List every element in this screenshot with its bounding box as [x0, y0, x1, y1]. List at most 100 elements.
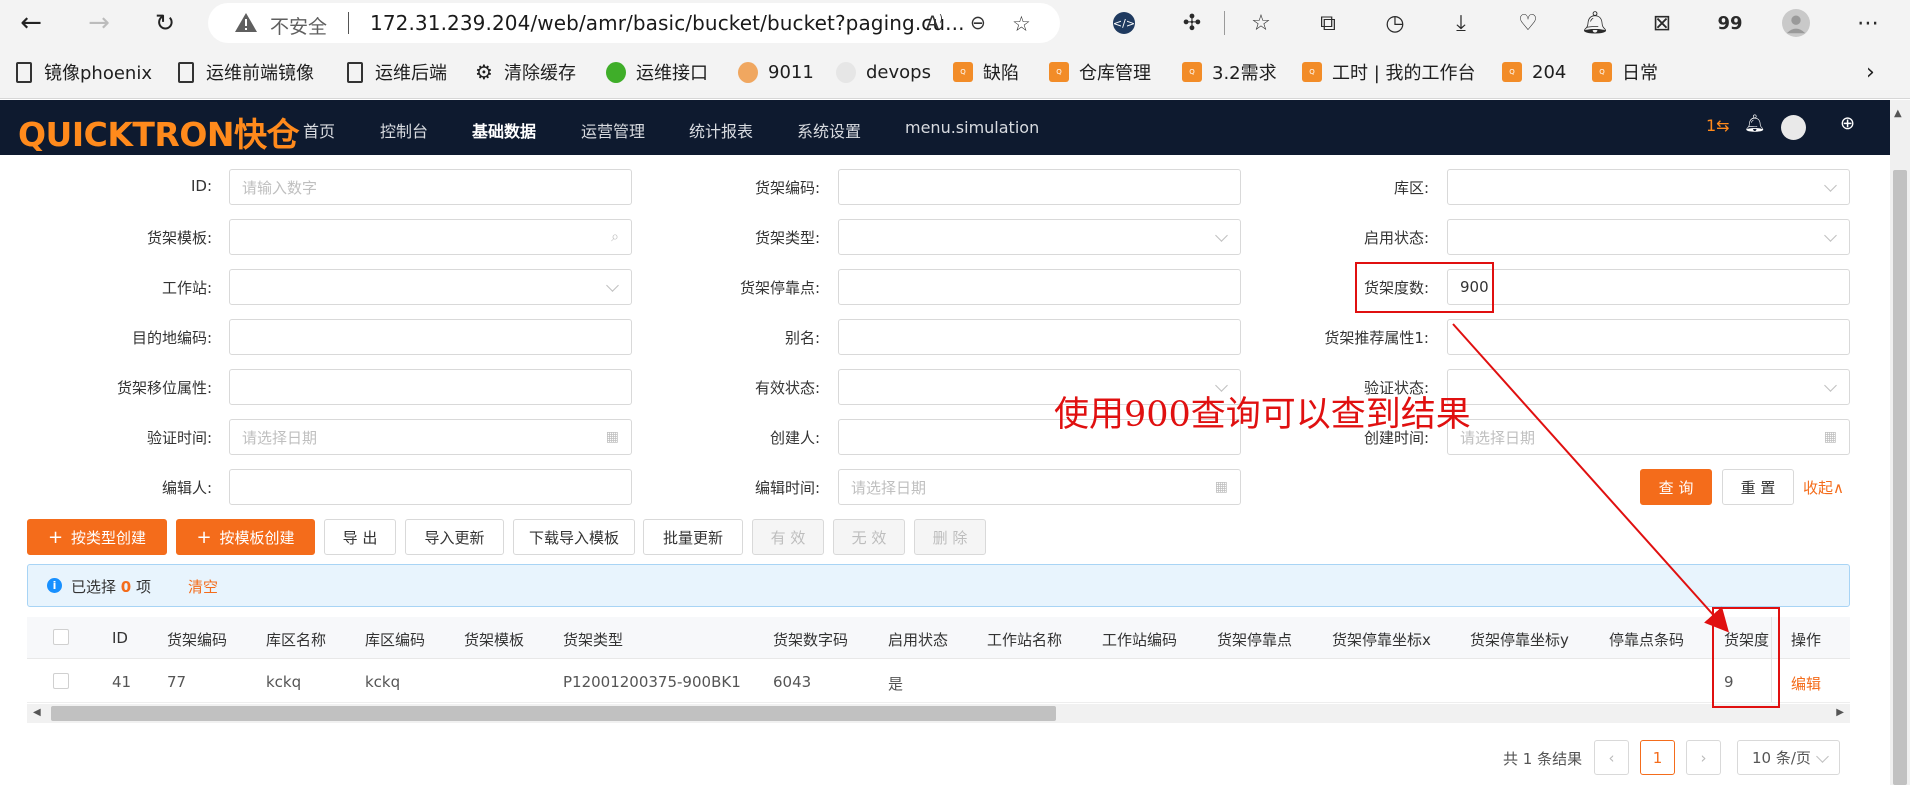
create-by-type-button[interactable]: + 按类型创建 [27, 519, 167, 555]
table-horizontal-scrollbar[interactable]: ◀ ▶ [27, 704, 1850, 723]
verify-status-select[interactable] [1447, 369, 1850, 405]
read-aloud-icon[interactable]: A) [926, 12, 943, 34]
recommend-attr-input[interactable] [1447, 319, 1850, 355]
col-workstation-code[interactable]: 工作站编码 [1102, 629, 1177, 650]
task-count[interactable]: 1⇆ [1706, 116, 1730, 135]
col-template[interactable]: 货架模板 [464, 629, 524, 650]
workstation-select[interactable] [229, 269, 632, 305]
col-dock-x[interactable]: 货架停靠坐标x [1332, 629, 1431, 650]
devtools-icon[interactable]: </> [1110, 9, 1138, 37]
address-bar[interactable]: 不安全 172.31.239.204/web/amr/basic/bucket/… [208, 3, 1060, 43]
select-all-checkbox[interactable] [53, 629, 69, 645]
enable-status-select[interactable] [1447, 219, 1850, 255]
delete-button[interactable]: 删 除 [914, 519, 986, 555]
edit-link[interactable]: 编辑 [1791, 673, 1821, 694]
history-icon[interactable]: ◷ [1381, 9, 1409, 37]
col-enable-status[interactable]: 启用状态 [888, 629, 948, 650]
avatar[interactable] [1781, 115, 1806, 140]
health-icon[interactable]: ♡ [1514, 9, 1542, 37]
bookmark-item[interactable]: Q 缺陷 [953, 59, 1019, 85]
scroll-right-icon[interactable]: ▶ [1836, 707, 1844, 718]
bookmark-item[interactable]: 运维前端镜像 [176, 59, 314, 85]
degree-input[interactable]: 900 [1447, 269, 1850, 305]
nav-console[interactable]: 控制台 [380, 118, 428, 142]
col-workstation-name[interactable]: 工作站名称 [987, 629, 1062, 650]
bookmark-item[interactable]: Q 工时 | 我的工作台 [1302, 59, 1476, 85]
scroll-up-icon[interactable]: ▲ [1894, 108, 1902, 119]
search-icon[interactable]: ⌕ [611, 229, 619, 245]
col-dock-barcode[interactable]: 停靠点条码 [1609, 629, 1684, 650]
bookmark-item[interactable]: 镜像phoenix [14, 59, 152, 85]
valid-button[interactable]: 有 效 [752, 519, 824, 555]
create-by-template-button[interactable]: + 按模板创建 [176, 519, 315, 555]
col-bucket-code[interactable]: 货架编码 [167, 629, 227, 650]
col-zone-code[interactable]: 库区编码 [365, 629, 425, 650]
collapse-link[interactable]: 收起∧ [1803, 477, 1844, 498]
verify-time-picker[interactable]: 请选择日期 ▦ [229, 419, 632, 455]
url-text[interactable]: 172.31.239.204/web/amr/basic/bucket/buck… [370, 11, 965, 35]
next-page-button[interactable]: › [1686, 740, 1721, 775]
zoom-out-icon[interactable]: ⊖ [970, 12, 986, 34]
back-icon[interactable]: ← [14, 6, 48, 40]
profile-icon[interactable] [1782, 9, 1810, 37]
nav-home[interactable]: 首页 [303, 118, 335, 142]
scrollbar-thumb[interactable] [1893, 170, 1907, 785]
query-button[interactable]: 查 询 [1640, 469, 1712, 505]
scrollbar-thumb[interactable] [51, 706, 1056, 721]
quicktron-logo[interactable]: QUICKTRON快仓 [18, 108, 300, 156]
scroll-left-icon[interactable]: ◀ [33, 707, 41, 718]
prev-page-button[interactable]: ‹ [1594, 740, 1629, 775]
refresh-icon[interactable]: ↻ [148, 6, 182, 40]
dock-point-input[interactable] [838, 269, 1241, 305]
download-icon[interactable]: ⤓ [1447, 9, 1475, 37]
bucket-type-select[interactable] [838, 219, 1241, 255]
edit-time-picker[interactable]: 请选择日期 ▦ [838, 469, 1241, 505]
bookmark-item[interactable]: ⚙ 清除缓存 [474, 59, 576, 85]
bucket-code-input[interactable] [838, 169, 1241, 205]
favorite-add-icon[interactable]: ☆ [1012, 12, 1031, 36]
shift-attr-input[interactable] [229, 369, 632, 405]
collections-icon[interactable]: ⧉ [1314, 9, 1342, 37]
page-size-select[interactable]: 10 条/页 [1737, 740, 1840, 775]
clear-selection-link[interactable]: 清空 [188, 576, 218, 597]
nav-basic-data[interactable]: 基础数据 [472, 118, 536, 142]
reset-button[interactable]: 重 置 [1722, 469, 1794, 505]
col-dock-y[interactable]: 货架停靠坐标y [1470, 629, 1569, 650]
bell-icon[interactable]: 🔔︎ [1744, 114, 1766, 134]
col-zone-name[interactable]: 库区名称 [266, 629, 326, 650]
nav-reports[interactable]: 统计报表 [689, 118, 753, 142]
globe-icon[interactable]: ⊕ [1840, 113, 1855, 134]
batch-update-button[interactable]: 批量更新 [643, 519, 743, 555]
col-dock-point[interactable]: 货架停靠点 [1217, 629, 1292, 650]
zone-select[interactable] [1447, 169, 1850, 205]
bookmark-item[interactable]: Q 日常 [1592, 59, 1658, 85]
nav-operations[interactable]: 运营管理 [581, 118, 645, 142]
bookmark-item[interactable]: Q 3.2需求 [1182, 59, 1277, 85]
template-input[interactable]: ⌕ [229, 219, 632, 255]
row-checkbox[interactable] [53, 673, 69, 689]
nav-simulation[interactable]: menu.simulation [905, 118, 1039, 137]
destination-code-input[interactable] [229, 319, 632, 355]
forward-icon[interactable]: → [82, 6, 116, 40]
col-bucket-type[interactable]: 货架类型 [563, 629, 623, 650]
bookmark-item[interactable]: 运维接口 [606, 59, 708, 85]
bookmark-item[interactable]: Q 204 [1502, 59, 1566, 85]
col-digit-code[interactable]: 货架数字码 [773, 629, 848, 650]
invalid-button[interactable]: 无 效 [833, 519, 905, 555]
formula-icon[interactable]: ⊠ [1648, 9, 1676, 37]
bookmark-item[interactable]: Q 仓库管理 [1049, 59, 1151, 85]
notification-icon[interactable]: 🔔︎ [1581, 9, 1609, 37]
create-time-picker[interactable]: 请选择日期 ▦ [1447, 419, 1850, 455]
id-input[interactable]: 请输入数字 [229, 169, 632, 205]
favorites-icon[interactable]: ☆ [1247, 9, 1275, 37]
bookmark-item[interactable]: 9011 [738, 59, 814, 85]
col-id[interactable]: ID [112, 629, 128, 647]
page-1-button[interactable]: 1 [1640, 740, 1675, 775]
editor-input[interactable] [229, 469, 632, 505]
download-template-button[interactable]: 下载导入模板 [513, 519, 635, 555]
extensions-icon[interactable]: ✣ [1178, 9, 1206, 37]
more-icon[interactable]: ⋯ [1854, 9, 1882, 37]
export-button[interactable]: 导 出 [324, 519, 396, 555]
import-update-button[interactable]: 导入更新 [405, 519, 504, 555]
bookmark-item[interactable]: 运维后端 [345, 59, 447, 85]
